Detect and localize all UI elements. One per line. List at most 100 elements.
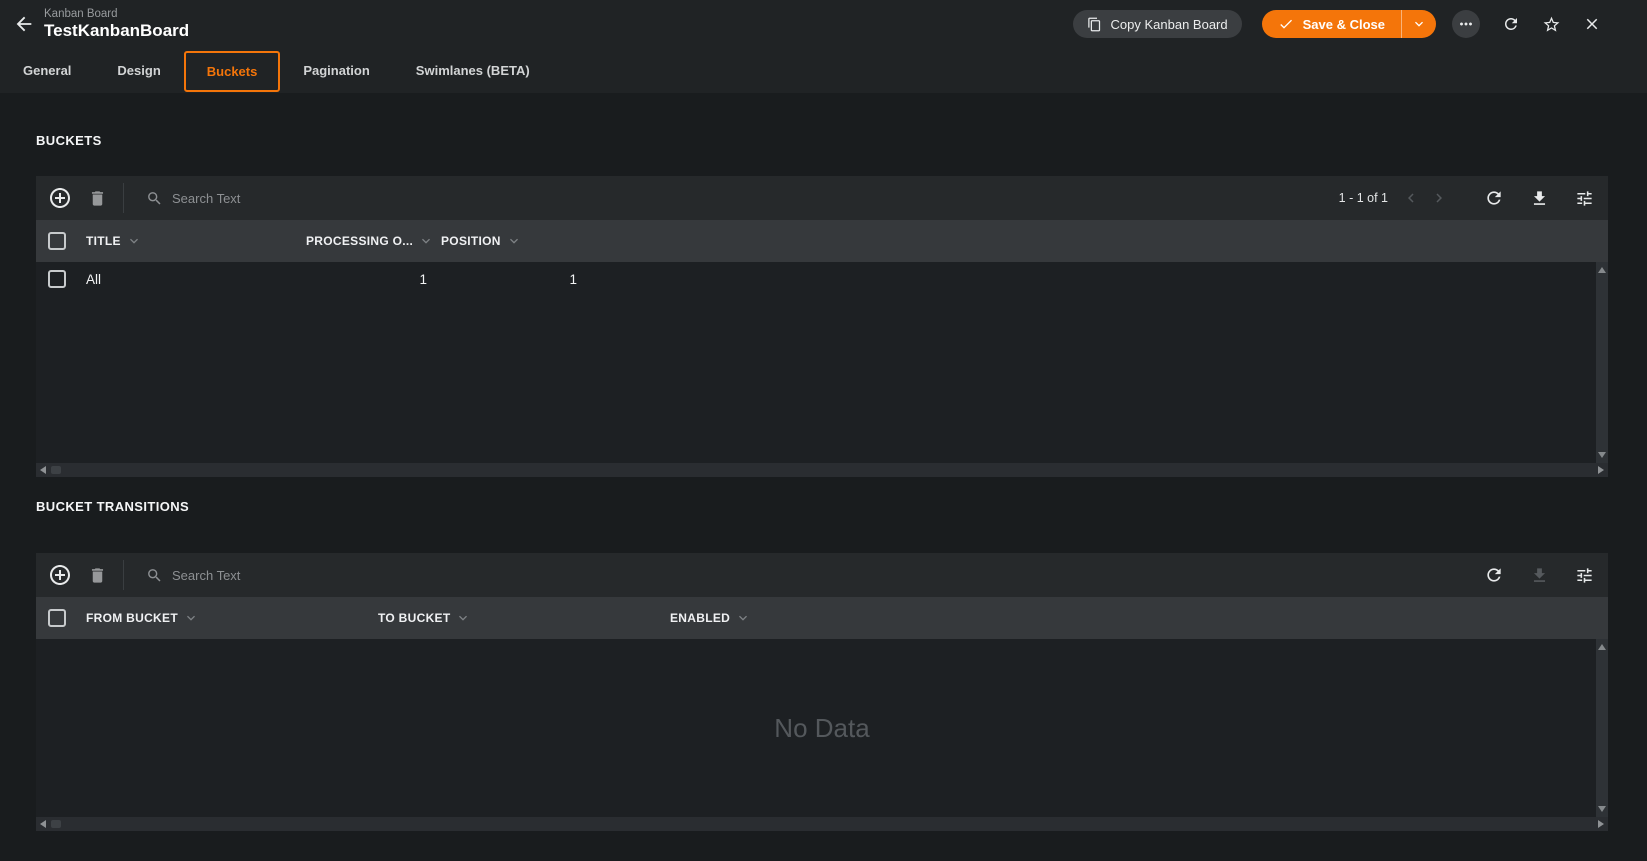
add-transition-button[interactable] xyxy=(48,563,72,587)
download-button[interactable] xyxy=(1530,189,1549,208)
column-label: POSITION xyxy=(441,234,501,248)
column-settings-button[interactable] xyxy=(1575,566,1594,585)
refresh-grid-button[interactable] xyxy=(1484,565,1504,585)
toolbar-divider xyxy=(123,560,124,590)
scroll-left-arrow[interactable] xyxy=(40,820,46,828)
transitions-toolbar-right xyxy=(1458,565,1594,585)
transitions-search-input[interactable] xyxy=(170,566,380,584)
horizontal-scrollbar-thumb[interactable] xyxy=(51,466,61,474)
ellipsis-icon xyxy=(1457,15,1475,33)
add-circle-icon xyxy=(48,186,72,210)
save-options-dropdown[interactable] xyxy=(1402,10,1436,38)
column-settings-button[interactable] xyxy=(1575,189,1594,208)
prev-page-button[interactable] xyxy=(1402,189,1420,207)
trash-icon xyxy=(88,189,107,208)
tabbar: General Design Buckets Pagination Swimla… xyxy=(0,48,1647,93)
content-area: BUCKETS 1 - 1 of 1 xyxy=(0,93,1647,861)
column-label: FROM BUCKET xyxy=(86,611,178,625)
scroll-up-arrow[interactable] xyxy=(1598,644,1606,650)
sort-chevron-icon xyxy=(126,233,142,249)
column-header-enabled[interactable]: ENABLED xyxy=(664,610,956,626)
download-icon xyxy=(1530,189,1549,208)
transitions-header-row: FROM BUCKET TO BUCKET ENABLED xyxy=(36,597,1608,639)
column-label: TO BUCKET xyxy=(378,611,451,625)
trash-icon xyxy=(88,566,107,585)
row-checkbox-cell xyxy=(36,270,80,288)
delete-bucket-button[interactable] xyxy=(88,189,107,208)
transitions-grid: FROM BUCKET TO BUCKET ENABLED No Data xyxy=(36,553,1608,831)
copy-icon xyxy=(1087,17,1102,32)
cell-position: 1 xyxy=(569,271,577,287)
transitions-heading: BUCKET TRANSITIONS xyxy=(36,499,190,514)
tab-buckets[interactable]: Buckets xyxy=(183,51,281,92)
buckets-toolbar-right: 1 - 1 of 1 xyxy=(1339,188,1594,208)
scroll-right-arrow[interactable] xyxy=(1598,466,1604,474)
column-header-processing-order[interactable]: PROCESSING O... xyxy=(300,233,435,249)
buckets-heading: BUCKETS xyxy=(36,133,102,148)
sort-chevron-icon xyxy=(455,610,471,626)
buckets-search xyxy=(146,189,380,207)
refresh-icon xyxy=(1502,15,1520,33)
scroll-up-arrow[interactable] xyxy=(1598,267,1606,273)
column-header-to-bucket[interactable]: TO BUCKET xyxy=(372,610,664,626)
select-all-checkbox[interactable] xyxy=(48,232,66,250)
favorite-button[interactable] xyxy=(1542,15,1561,34)
close-button[interactable] xyxy=(1583,15,1601,33)
topbar-actions: Copy Kanban Board Save & Close xyxy=(1072,10,1601,38)
title-block: Kanban Board TestKanbanBoard xyxy=(44,7,189,41)
back-button[interactable] xyxy=(8,8,40,40)
column-label: ENABLED xyxy=(670,611,731,625)
more-actions-button[interactable] xyxy=(1452,10,1480,38)
tab-pagination[interactable]: Pagination xyxy=(280,48,392,93)
column-label: TITLE xyxy=(86,234,121,248)
delete-transition-button[interactable] xyxy=(88,566,107,585)
sort-chevron-icon xyxy=(735,610,751,626)
refresh-icon xyxy=(1484,188,1504,208)
vertical-scrollbar[interactable] xyxy=(1596,639,1608,817)
save-close-button[interactable]: Save & Close xyxy=(1262,10,1401,38)
header-checkbox-cell xyxy=(36,232,80,250)
horizontal-scrollbar[interactable] xyxy=(36,817,1608,831)
select-all-checkbox[interactable] xyxy=(48,609,66,627)
no-data-message: No Data xyxy=(774,712,870,743)
add-bucket-button[interactable] xyxy=(48,186,72,210)
tab-general[interactable]: General xyxy=(0,48,94,93)
copy-button-label: Copy Kanban Board xyxy=(1110,16,1228,32)
tab-swimlanes[interactable]: Swimlanes (BETA) xyxy=(393,48,553,93)
save-button-label: Save & Close xyxy=(1302,16,1385,32)
buckets-toolbar: 1 - 1 of 1 xyxy=(36,176,1608,220)
table-row[interactable]: All 1 1 xyxy=(36,262,1608,296)
scroll-down-arrow[interactable] xyxy=(1598,806,1606,812)
scroll-right-arrow[interactable] xyxy=(1598,820,1604,828)
column-header-from-bucket[interactable]: FROM BUCKET xyxy=(80,610,372,626)
refresh-grid-button[interactable] xyxy=(1484,188,1504,208)
copy-kanban-board-button[interactable]: Copy Kanban Board xyxy=(1072,10,1242,38)
row-checkbox[interactable] xyxy=(48,270,66,288)
chevron-right-icon xyxy=(1430,189,1448,207)
transitions-search xyxy=(146,566,380,584)
scroll-down-arrow[interactable] xyxy=(1598,452,1606,458)
tab-design[interactable]: Design xyxy=(94,48,183,93)
download-button-disabled[interactable] xyxy=(1530,566,1549,585)
page-title: TestKanbanBoard xyxy=(44,21,190,40)
horizontal-scrollbar-thumb[interactable] xyxy=(51,820,61,828)
reload-button[interactable] xyxy=(1502,15,1520,33)
sort-chevron-icon xyxy=(418,233,434,249)
search-icon xyxy=(146,190,163,207)
next-page-button[interactable] xyxy=(1430,189,1448,207)
header-checkbox-cell xyxy=(36,609,80,627)
vertical-scrollbar[interactable] xyxy=(1596,262,1608,463)
transitions-table-body: No Data xyxy=(36,639,1608,817)
buckets-search-input[interactable] xyxy=(170,189,380,207)
transitions-toolbar xyxy=(36,553,1608,597)
pagination-label: 1 - 1 of 1 xyxy=(1338,191,1388,205)
buckets-header-row: TITLE PROCESSING O... POSITION xyxy=(36,220,1608,262)
cell-title: All xyxy=(86,271,102,287)
close-icon xyxy=(1583,15,1601,33)
column-header-title[interactable]: TITLE xyxy=(80,233,300,249)
scroll-left-arrow[interactable] xyxy=(40,466,46,474)
column-header-position[interactable]: POSITION xyxy=(435,233,585,249)
refresh-icon xyxy=(1484,565,1504,585)
sort-chevron-icon xyxy=(183,610,199,626)
horizontal-scrollbar[interactable] xyxy=(36,463,1608,477)
